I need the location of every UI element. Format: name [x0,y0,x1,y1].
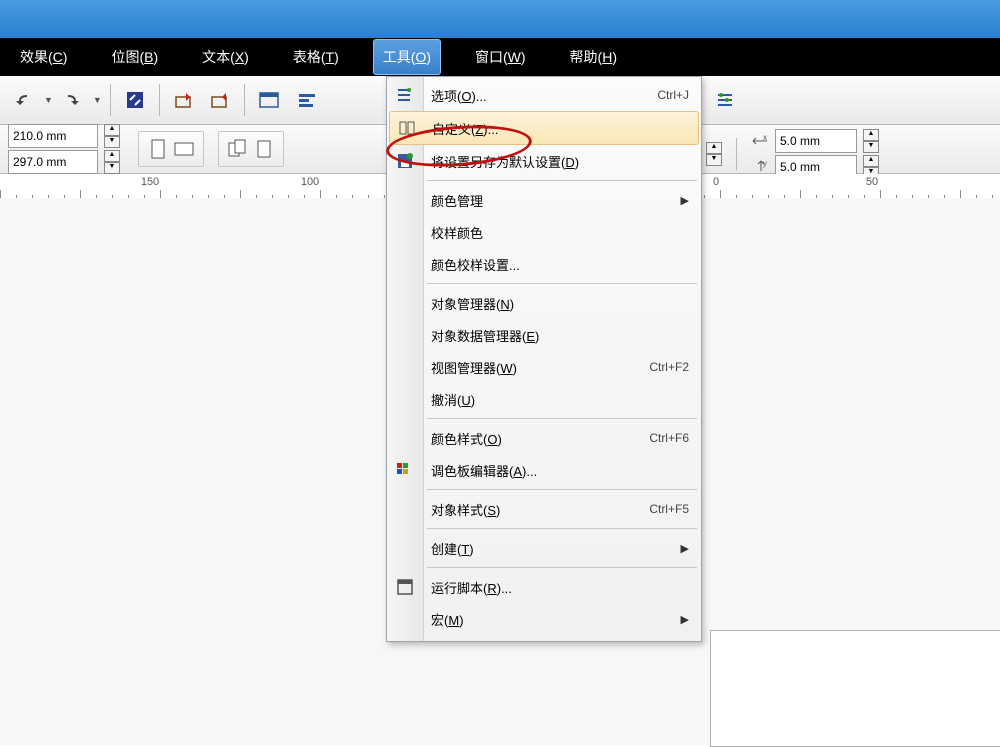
menu-item-O[interactable]: 选项(O)...Ctrl+J [387,79,701,111]
orientation-group [138,131,204,167]
submenu-arrow-icon: ▶ [681,542,689,555]
menu-t[interactable]: 表格(T) [283,39,349,75]
save-settings-icon [393,149,417,173]
nudge-x-value: 5.0 mm [780,134,820,148]
menu-item-W[interactable]: 视图管理器(W)Ctrl+F2 [387,351,701,383]
menu-item-label: 撤消(U) [431,390,689,409]
nudge-x-icon: x [751,134,771,148]
redo-button[interactable] [57,84,89,116]
import-button[interactable] [168,84,200,116]
pages-group [218,131,284,167]
menu-item-label: 将设置另存为默认设置(D) [431,152,689,171]
page-height-spinner[interactable]: ▲▼ [104,150,120,174]
page-height-input[interactable]: 297.0 mm [8,150,98,174]
menu-item-校样颜色[interactable]: 校样颜色 [387,216,701,248]
menu-item-R[interactable]: 运行脚本(R)... [387,571,701,603]
undo-dropdown-icon[interactable]: ▼ [44,95,53,105]
script-icon [393,575,417,599]
menu-item-U[interactable]: 撤消(U) [387,383,701,415]
current-page-button[interactable] [251,136,277,162]
menu-item-label: 校样颜色 [431,223,689,242]
menu-item-label: 调色板编辑器(A)... [431,461,689,480]
menu-separator [427,567,697,568]
window-titlebar [0,0,1000,38]
menu-separator [427,418,697,419]
menu-shortcut: Ctrl+F2 [649,360,689,374]
export-button[interactable] [204,84,236,116]
palette-icon [393,458,417,482]
page-width-value: 210.0 mm [13,129,66,143]
menu-item-N[interactable]: 对象管理器(N) [387,287,701,319]
page-width-input[interactable]: 210.0 mm [8,124,98,148]
options-toolbar-button[interactable] [710,84,742,116]
options-icon [393,83,417,107]
menu-w[interactable]: 窗口(W) [465,39,536,75]
menu-item-E[interactable]: 对象数据管理器(E) [387,319,701,351]
menu-item-T[interactable]: 创建(T)▶ [387,532,701,564]
toolbar-separator [110,84,111,116]
menu-item-S[interactable]: 对象样式(S)Ctrl+F5 [387,493,701,525]
menu-shortcut: Ctrl+J [657,88,689,102]
menu-item-颜色校样设置[interactable]: 颜色校样设置... [387,248,701,280]
fullscreen-button[interactable] [253,84,285,116]
menu-item-label: 颜色样式(O) [431,429,649,448]
menu-c[interactable]: 效果(C) [10,39,77,75]
menu-item-label: 运行脚本(R)... [431,578,689,597]
redo-dropdown-icon[interactable]: ▼ [93,95,102,105]
menu-separator [427,283,697,284]
toolbar-separator [736,138,737,170]
menu-item-label: 宏(M) [431,610,681,629]
undo-button[interactable] [8,84,40,116]
floating-panel[interactable] [710,630,1000,747]
menu-item-label: 视图管理器(W) [431,358,649,377]
menu-item-O[interactable]: 颜色样式(O)Ctrl+F6 [387,422,701,454]
link-button[interactable] [119,84,151,116]
menu-separator [427,489,697,490]
nudge-group: x 5.0 mm ▲▼ y 5.0 mm ▲▼ [751,129,879,179]
svg-text:y: y [763,160,767,168]
submenu-arrow-icon: ▶ [681,194,689,207]
menu-o[interactable]: 工具(O) [373,39,441,75]
menu-item-label: 颜色校样设置... [431,255,689,274]
toolbar-separator [244,84,245,116]
menu-item-M[interactable]: 宏(M)▶ [387,603,701,635]
menu-x[interactable]: 文本(X) [192,39,259,75]
tools-menu-dropdown: 选项(O)...Ctrl+J 自定义(Z)... 将设置另存为默认设置(D) 颜色管理… [386,76,702,642]
menu-item-label: 创建(T) [431,539,681,558]
menu-item-颜色管理[interactable]: 颜色管理▶ [387,184,701,216]
menu-item-A[interactable]: 调色板编辑器(A)... [387,454,701,486]
menu-item-label: 颜色管理 [431,191,681,210]
page-width-spinner[interactable]: ▲▼ [104,124,120,148]
page-size-group: 210.0 mm ▲▼ 297.0 mm ▲▼ [8,124,120,174]
nudge-y-value: 5.0 mm [780,160,820,174]
menu-item-label: 选项(O)... [431,86,657,105]
menu-separator [427,528,697,529]
toolbar-separator [159,84,160,116]
units-spinner[interactable]: ▲▼ [706,142,722,166]
menu-item-label: 对象数据管理器(E) [431,326,689,345]
nudge-x-spinner[interactable]: ▲▼ [863,129,879,153]
menu-shortcut: Ctrl+F6 [649,431,689,445]
svg-text:x: x [763,134,767,142]
menu-item-D[interactable]: 将设置另存为默认设置(D) [387,145,701,177]
align-button[interactable] [291,84,323,116]
nudge-x-input[interactable]: 5.0 mm [775,129,857,153]
menu-b[interactable]: 位图(B) [101,39,168,75]
page-height-value: 297.0 mm [13,155,66,169]
menu-separator [427,180,697,181]
menu-item-label: 对象样式(S) [431,500,649,519]
menu-item-label: 自定义(Z)... [432,119,686,138]
menu-item-label: 对象管理器(N) [431,294,689,313]
menubar: 效果(C) 位图(B) 文本(X) 表格(T) 工具(O) 窗口(W) 帮助(H) [0,38,1000,76]
all-pages-button[interactable] [225,136,251,162]
portrait-button[interactable] [145,136,171,162]
submenu-arrow-icon: ▶ [681,613,689,626]
menu-h[interactable]: 帮助(H) [560,39,627,75]
landscape-button[interactable] [171,136,197,162]
menu-shortcut: Ctrl+F5 [649,502,689,516]
customize-icon [396,116,420,140]
nudge-y-icon: y [751,160,771,174]
menu-item-Z[interactable]: 自定义(Z)... [389,111,699,145]
